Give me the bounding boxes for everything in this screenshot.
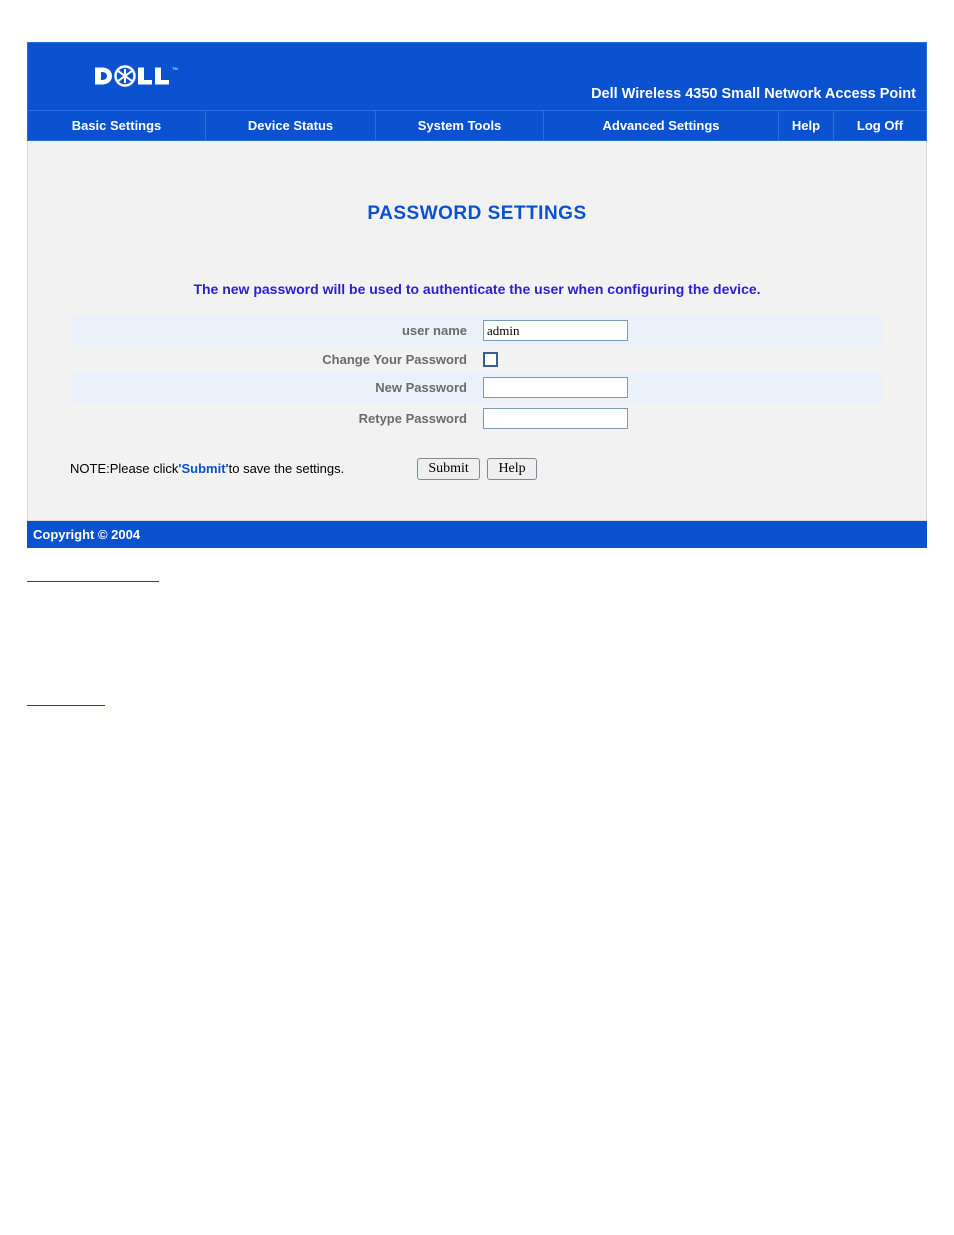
device-title: Dell Wireless 4350 Small Network Access … [591, 86, 916, 102]
instruction-text: The new password will be used to authent… [72, 281, 882, 297]
username-input[interactable] [483, 320, 628, 341]
retype-password-label: Retype Password [72, 403, 477, 434]
nav-log-off[interactable]: Log Off [834, 111, 926, 140]
blank-link-2[interactable] [27, 692, 105, 706]
new-password-input[interactable] [483, 377, 628, 398]
note-text: NOTE:Please click'Submit'to save the set… [70, 461, 344, 476]
footer-bar: Copyright © 2004 [27, 521, 927, 548]
content-panel: PASSWORD SETTINGS The new password will … [27, 141, 927, 521]
nav-system-tools[interactable]: System Tools [376, 111, 544, 140]
header-banner: TM Dell Wireless 4350 Small Network Acce… [27, 42, 927, 111]
note-submit-word: 'Submit' [178, 461, 228, 476]
svg-text:TM: TM [172, 66, 178, 71]
nav-device-status[interactable]: Device Status [206, 111, 376, 140]
note-prefix: NOTE:Please click [70, 461, 178, 476]
submit-button[interactable]: Submit [417, 458, 479, 480]
nav-help[interactable]: Help [779, 111, 834, 140]
copyright-text: Copyright © 2004 [33, 527, 140, 542]
nav-advanced-settings[interactable]: Advanced Settings [544, 111, 779, 140]
password-form: user name Change Your Password New Passw… [72, 315, 882, 434]
nav-basic-settings[interactable]: Basic Settings [28, 111, 206, 140]
help-button[interactable]: Help [487, 458, 536, 480]
new-password-label: New Password [72, 372, 477, 403]
main-nav: Basic Settings Device Status System Tool… [27, 111, 927, 141]
blank-link-1[interactable] [27, 568, 159, 582]
dell-logo: TM [94, 61, 184, 94]
change-password-checkbox[interactable] [483, 352, 498, 367]
page-title: PASSWORD SETTINGS [72, 203, 882, 225]
note-suffix: to save the settings. [229, 461, 345, 476]
retype-password-input[interactable] [483, 408, 628, 429]
username-label: user name [72, 315, 477, 346]
change-password-label: Change Your Password [72, 346, 477, 372]
